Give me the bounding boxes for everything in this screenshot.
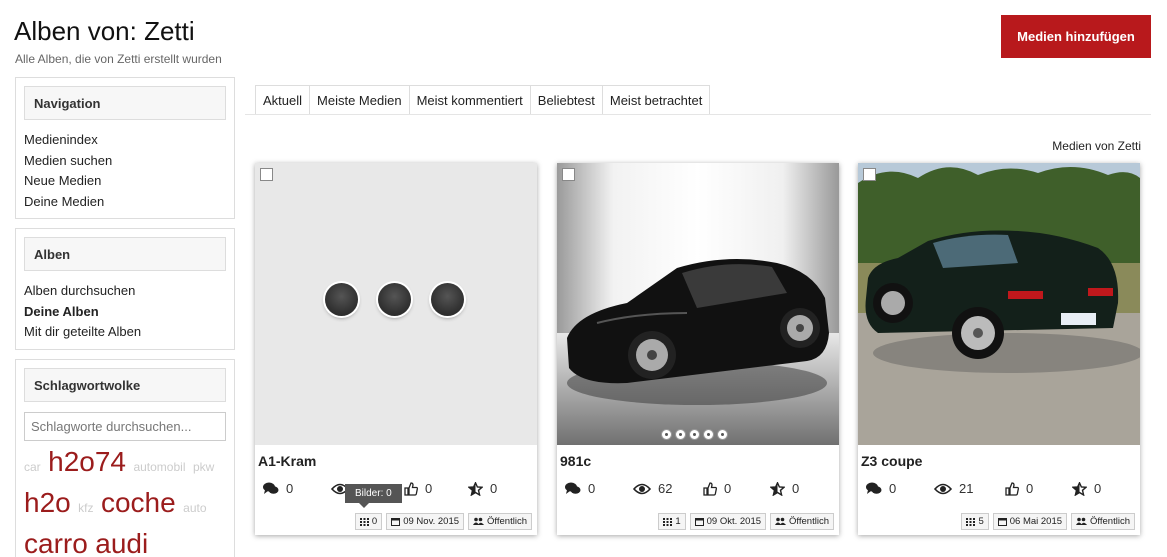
albums-panel: Alben Alben durchsuchen Deine Alben Mit …	[15, 228, 235, 350]
tag-link[interactable]: h2o	[24, 487, 71, 518]
privacy-badge: Öffentlich	[468, 513, 532, 530]
thumbs-up-icon	[404, 481, 418, 496]
tag-link[interactable]: auto	[183, 501, 206, 515]
comments-icon	[565, 482, 581, 494]
nav-link-search-media[interactable]: Medien suchen	[24, 151, 226, 172]
eye-icon	[934, 483, 952, 494]
users-icon	[1076, 517, 1088, 525]
add-media-button[interactable]: Medien hinzufügen	[1001, 15, 1151, 58]
tag-link[interactable]: audi	[95, 528, 148, 557]
tag-link[interactable]: kfz	[78, 501, 93, 515]
comments-stat: 0	[866, 481, 896, 496]
album-stats: 0 62 0 0	[565, 481, 835, 497]
tag-link[interactable]: carro	[24, 528, 88, 557]
comments-stat: 0	[565, 481, 595, 496]
item-count-badge[interactable]: 1	[658, 513, 686, 530]
tab-most-commented[interactable]: Meist kommentiert	[409, 85, 531, 115]
tab-current[interactable]: Aktuell	[255, 85, 311, 115]
album-thumbnail-placeholder[interactable]	[255, 163, 537, 445]
car-image	[557, 259, 839, 445]
media-owner-link[interactable]: Medien von Zetti	[1052, 139, 1141, 153]
likes-stat: 0	[404, 481, 432, 496]
album-title[interactable]: 981c	[560, 453, 591, 469]
album-card[interactable]: A1-Kram 0 0 0 0 0 09 Nov. 2015 Öffe	[255, 163, 537, 535]
thumbs-up-icon	[703, 481, 717, 496]
date-badge: 09 Okt. 2015	[689, 513, 767, 530]
tag-search-input[interactable]	[24, 412, 226, 441]
eye-icon	[633, 483, 651, 494]
item-count-badge[interactable]: 0	[354, 513, 383, 530]
tab-most-popular[interactable]: Beliebtest	[530, 85, 603, 115]
album-select-checkbox[interactable]	[260, 168, 273, 181]
date-badge: 09 Nov. 2015	[386, 513, 465, 530]
album-card[interactable]: 981c 0 62 0 0 1 09 Okt. 2015 Öffentlich	[557, 163, 839, 535]
tag-cloud: car h2o74 automobil pkw h2o kfz coche au…	[24, 444, 234, 557]
album-meta: 5 06 Mai 2015 Öffentlich	[961, 513, 1135, 530]
comments-icon	[263, 482, 279, 494]
star-half-icon	[1072, 481, 1087, 496]
tag-link[interactable]: pkw	[193, 460, 214, 474]
thumbs-up-icon	[1005, 481, 1019, 496]
albums-link-browse[interactable]: Alben durchsuchen	[24, 281, 226, 302]
likes-stat: 0	[703, 481, 731, 496]
navigation-header: Navigation	[24, 86, 226, 120]
calendar-icon	[997, 518, 1007, 526]
star-half-icon	[468, 481, 483, 496]
rating-stat: 0	[770, 481, 799, 496]
albums-link-shared[interactable]: Mit dir geteilte Alben	[24, 322, 226, 343]
item-count-tooltip: Bilder: 0	[345, 484, 402, 508]
views-stat: 62	[633, 481, 672, 496]
album-thumbnail[interactable]	[858, 163, 1140, 445]
album-title[interactable]: Z3 coupe	[861, 453, 922, 469]
nav-link-your-media[interactable]: Deine Medien	[24, 192, 226, 213]
page-subtitle: Alle Alben, die von Zetti erstellt wurde…	[15, 52, 222, 66]
privacy-badge: Öffentlich	[770, 513, 834, 530]
nav-link-media-index[interactable]: Medienindex	[24, 130, 226, 151]
album-thumbnail[interactable]	[557, 163, 839, 445]
album-title[interactable]: A1-Kram	[258, 453, 316, 469]
calendar-icon	[694, 518, 704, 526]
album-card[interactable]: Z3 coupe 0 21 0 0 5 06 Mai 2015 Öffentli…	[858, 163, 1140, 535]
album-meta: 0 09 Nov. 2015 Öffentlich	[354, 513, 532, 530]
album-select-checkbox[interactable]	[863, 168, 876, 181]
car-image	[858, 163, 1140, 445]
tab-most-media[interactable]: Meiste Medien	[310, 85, 410, 115]
grid-icon	[663, 517, 673, 526]
users-icon	[473, 517, 485, 525]
navigation-panel: Navigation Medienindex Medien suchen Neu…	[15, 77, 235, 219]
album-meta: 1 09 Okt. 2015 Öffentlich	[658, 513, 834, 530]
users-icon	[775, 517, 787, 525]
rating-stat: 0	[1072, 481, 1101, 496]
albums-header: Alben	[24, 237, 226, 271]
page-title: Alben von: Zetti	[14, 16, 195, 46]
album-select-checkbox[interactable]	[562, 168, 575, 181]
item-count-badge[interactable]: 5	[961, 513, 989, 530]
calendar-icon	[391, 518, 401, 526]
comments-icon	[866, 482, 882, 494]
grid-icon	[966, 517, 976, 526]
likes-stat: 0	[1005, 481, 1033, 496]
date-badge: 06 Mai 2015	[992, 513, 1068, 530]
views-stat: 21	[934, 481, 973, 496]
star-half-icon	[770, 481, 785, 496]
tag-link[interactable]: car	[24, 460, 41, 474]
album-stats: 0 21 0 0	[866, 481, 1136, 497]
nav-link-new-media[interactable]: Neue Medien	[24, 171, 226, 192]
tag-link[interactable]: h2o74	[48, 446, 126, 477]
grid-icon	[359, 517, 369, 526]
privacy-badge: Öffentlich	[1071, 513, 1135, 530]
albums-link-your-albums[interactable]: Deine Alben	[24, 302, 226, 323]
loading-dots-icon	[325, 283, 464, 316]
tag-link[interactable]: coche	[101, 487, 176, 518]
rating-stat: 0	[468, 481, 497, 496]
tag-cloud-header: Schlagwortwolke	[24, 368, 226, 402]
comments-stat: 0	[263, 481, 293, 496]
sort-tabs: Aktuell Meiste Medien Meist kommentiert …	[255, 85, 711, 115]
tabs-divider	[245, 114, 1151, 115]
slideshow-controls[interactable]	[661, 429, 728, 440]
tag-cloud-panel: Schlagwortwolke car h2o74 automobil pkw …	[15, 359, 235, 557]
tag-link[interactable]: automobil	[133, 460, 185, 474]
tab-most-viewed[interactable]: Meist betrachtet	[602, 85, 711, 115]
